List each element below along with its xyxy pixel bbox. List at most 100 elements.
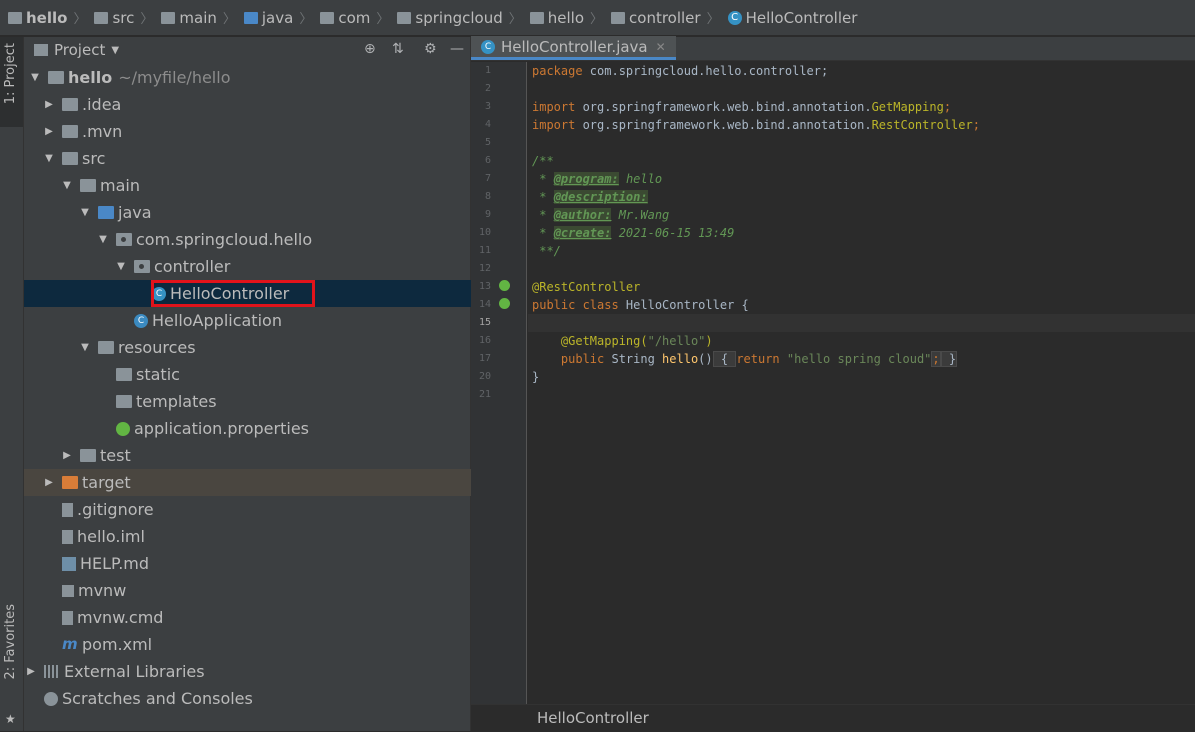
package-icon bbox=[116, 233, 132, 246]
breadcrumb-com[interactable]: com 〉 bbox=[312, 8, 389, 27]
tree-item-pom-xml[interactable]: m pom.xml bbox=[24, 631, 471, 658]
tree-item-helloapplication[interactable]: C HelloApplication bbox=[24, 307, 471, 334]
chevron-right-icon: 〉 bbox=[299, 12, 313, 27]
breadcrumb-hellocontroller[interactable]: C HelloController bbox=[720, 9, 857, 27]
expanded-arrow-icon[interactable]: ▼ bbox=[78, 207, 92, 218]
collapsed-arrow-icon[interactable]: ▶ bbox=[42, 99, 56, 110]
expanded-arrow-icon[interactable]: ▼ bbox=[114, 261, 128, 272]
class-icon: C bbox=[481, 39, 495, 54]
line-number: 13 bbox=[478, 281, 491, 292]
editor-gutter: 1 2 3 4 5 6 7 8 9 10 11 12 13 14 15 16 1… bbox=[471, 62, 527, 712]
line-number: 1 bbox=[484, 65, 491, 76]
line-number: 7 bbox=[484, 173, 491, 184]
folder-icon bbox=[80, 449, 96, 462]
tree-item-package[interactable]: ▼ com.springcloud.hello bbox=[24, 226, 471, 253]
line-number: 14 bbox=[478, 299, 491, 310]
star-icon: ★ bbox=[5, 712, 16, 726]
tree-item-templates[interactable]: templates bbox=[24, 388, 471, 415]
tree-item-help-md[interactable]: HELP.md bbox=[24, 550, 471, 577]
folder-icon bbox=[62, 125, 78, 138]
code-line-4: import org.springframework.web.bind.anno… bbox=[532, 118, 980, 132]
expanded-arrow-icon[interactable]: ▼ bbox=[28, 72, 42, 83]
chevron-right-icon: 〉 bbox=[590, 12, 604, 27]
code-line-3: import org.springframework.web.bind.anno… bbox=[532, 100, 952, 114]
tree-item-test[interactable]: ▶ test bbox=[24, 442, 471, 469]
code-line-6: /** bbox=[532, 154, 554, 168]
expanded-arrow-icon[interactable]: ▼ bbox=[42, 153, 56, 164]
code-area[interactable]: package com.springcloud.hello.controller… bbox=[528, 62, 1195, 712]
tree-item-hello-iml[interactable]: hello.iml bbox=[24, 523, 471, 550]
breadcrumb-springcloud[interactable]: springcloud 〉 bbox=[389, 8, 522, 27]
collapsed-arrow-icon[interactable]: ▶ bbox=[24, 666, 38, 677]
navigation-bar: hello 〉 src 〉 main 〉 java 〉 com 〉 springcloud… bbox=[0, 0, 1195, 36]
gear-icon[interactable]: ⚙ bbox=[424, 41, 437, 57]
scratches-icon bbox=[44, 691, 58, 706]
tree-item-scratches[interactable]: Scratches and Consoles bbox=[24, 685, 471, 712]
breadcrumb-java[interactable]: java 〉 bbox=[236, 8, 312, 27]
tree-item-external-libraries[interactable]: ▶ External Libraries bbox=[24, 658, 471, 685]
module-file-icon bbox=[62, 529, 73, 544]
collapsed-arrow-icon[interactable]: ▶ bbox=[42, 126, 56, 137]
code-line-14: public class HelloController { bbox=[532, 298, 749, 312]
line-number: 11 bbox=[478, 245, 491, 256]
folder-icon bbox=[62, 98, 78, 111]
tool-tab-favorites[interactable]: 2: Favorites bbox=[3, 604, 18, 680]
tree-item-application-properties[interactable]: application.properties bbox=[24, 415, 471, 442]
line-number: 21 bbox=[478, 389, 491, 400]
locate-icon[interactable]: ⊕ bbox=[364, 41, 376, 57]
hide-icon[interactable]: — bbox=[450, 41, 464, 57]
current-line-highlight bbox=[528, 314, 1195, 332]
collapsed-arrow-icon[interactable]: ▶ bbox=[42, 477, 56, 488]
line-number: 8 bbox=[484, 191, 491, 202]
tool-tab-project[interactable]: 1: Project bbox=[0, 37, 23, 127]
project-view-selector[interactable]: Project bbox=[54, 41, 105, 59]
editor-area: C HelloController.java ✕ 1 2 3 4 5 6 7 8… bbox=[471, 36, 1195, 731]
tree-item-mvnw-cmd[interactable]: mvnw.cmd bbox=[24, 604, 471, 631]
tree-item-java[interactable]: ▼ java bbox=[24, 199, 471, 226]
collapsed-arrow-icon[interactable]: ▶ bbox=[60, 450, 74, 461]
package-icon bbox=[320, 11, 335, 24]
tree-item-mvnw[interactable]: mvnw bbox=[24, 577, 471, 604]
breadcrumb-hello-package[interactable]: hello 〉 bbox=[522, 8, 603, 27]
editor-breadcrumb-bar[interactable]: HelloController bbox=[471, 704, 1195, 731]
code-line-16: @GetMapping("/hello") bbox=[532, 334, 713, 348]
tree-item-mvn[interactable]: ▶ .mvn bbox=[24, 118, 471, 145]
breadcrumb-src[interactable]: src 〉 bbox=[86, 8, 153, 27]
line-number: 5 bbox=[484, 137, 491, 148]
tab-hellocontroller-java[interactable]: C HelloController.java ✕ bbox=[471, 36, 676, 60]
maven-icon: m bbox=[62, 635, 78, 653]
code-line-8: * @description: bbox=[532, 190, 648, 204]
tree-item-idea[interactable]: ▶ .idea bbox=[24, 91, 471, 118]
collapse-all-icon[interactable]: ⇅ bbox=[392, 41, 404, 57]
breadcrumb-controller[interactable]: controller 〉 bbox=[603, 8, 720, 27]
tree-item-hellocontroller[interactable]: C HelloController bbox=[24, 280, 471, 307]
chevron-right-icon: 〉 bbox=[140, 12, 154, 27]
line-number: 20 bbox=[478, 371, 491, 382]
tree-item-resources[interactable]: ▼ resources bbox=[24, 334, 471, 361]
spring-bean-icon[interactable] bbox=[499, 280, 510, 291]
tree-item-controller[interactable]: ▼ controller bbox=[24, 253, 471, 280]
expanded-arrow-icon[interactable]: ▼ bbox=[60, 180, 74, 191]
tree-item-hello[interactable]: ▼ hello ~/myfile/hello bbox=[24, 64, 471, 91]
code-line-11: **/ bbox=[532, 244, 561, 258]
close-icon[interactable]: ✕ bbox=[656, 40, 666, 54]
code-line-1: package com.springcloud.hello.controller… bbox=[532, 64, 829, 78]
expanded-arrow-icon[interactable]: ▼ bbox=[78, 342, 92, 353]
breadcrumb-main[interactable]: main 〉 bbox=[153, 8, 236, 27]
expanded-arrow-icon[interactable]: ▼ bbox=[96, 234, 110, 245]
tree-item-gitignore[interactable]: .gitignore bbox=[24, 496, 471, 523]
excluded-folder-icon bbox=[62, 476, 78, 489]
chevron-down-icon[interactable]: ▼ bbox=[111, 45, 119, 56]
spring-bean-icon[interactable] bbox=[499, 298, 510, 309]
tree-item-static[interactable]: static bbox=[24, 361, 471, 388]
chevron-right-icon: 〉 bbox=[73, 12, 87, 27]
tree-item-src[interactable]: ▼ src bbox=[24, 145, 471, 172]
tree-item-main[interactable]: ▼ main bbox=[24, 172, 471, 199]
library-icon bbox=[44, 665, 60, 678]
tree-item-target[interactable]: ▶ target bbox=[24, 469, 471, 496]
project-tree: ▼ hello ~/myfile/hello ▶ .idea ▶ .mvn ▼ src ▼… bbox=[24, 64, 471, 712]
line-number: 9 bbox=[484, 209, 491, 220]
breadcrumb-hello[interactable]: hello 〉 bbox=[0, 8, 86, 27]
chevron-right-icon: 〉 bbox=[508, 12, 522, 27]
code-line-10: * @create: 2021-06-15 13:49 bbox=[532, 226, 735, 240]
